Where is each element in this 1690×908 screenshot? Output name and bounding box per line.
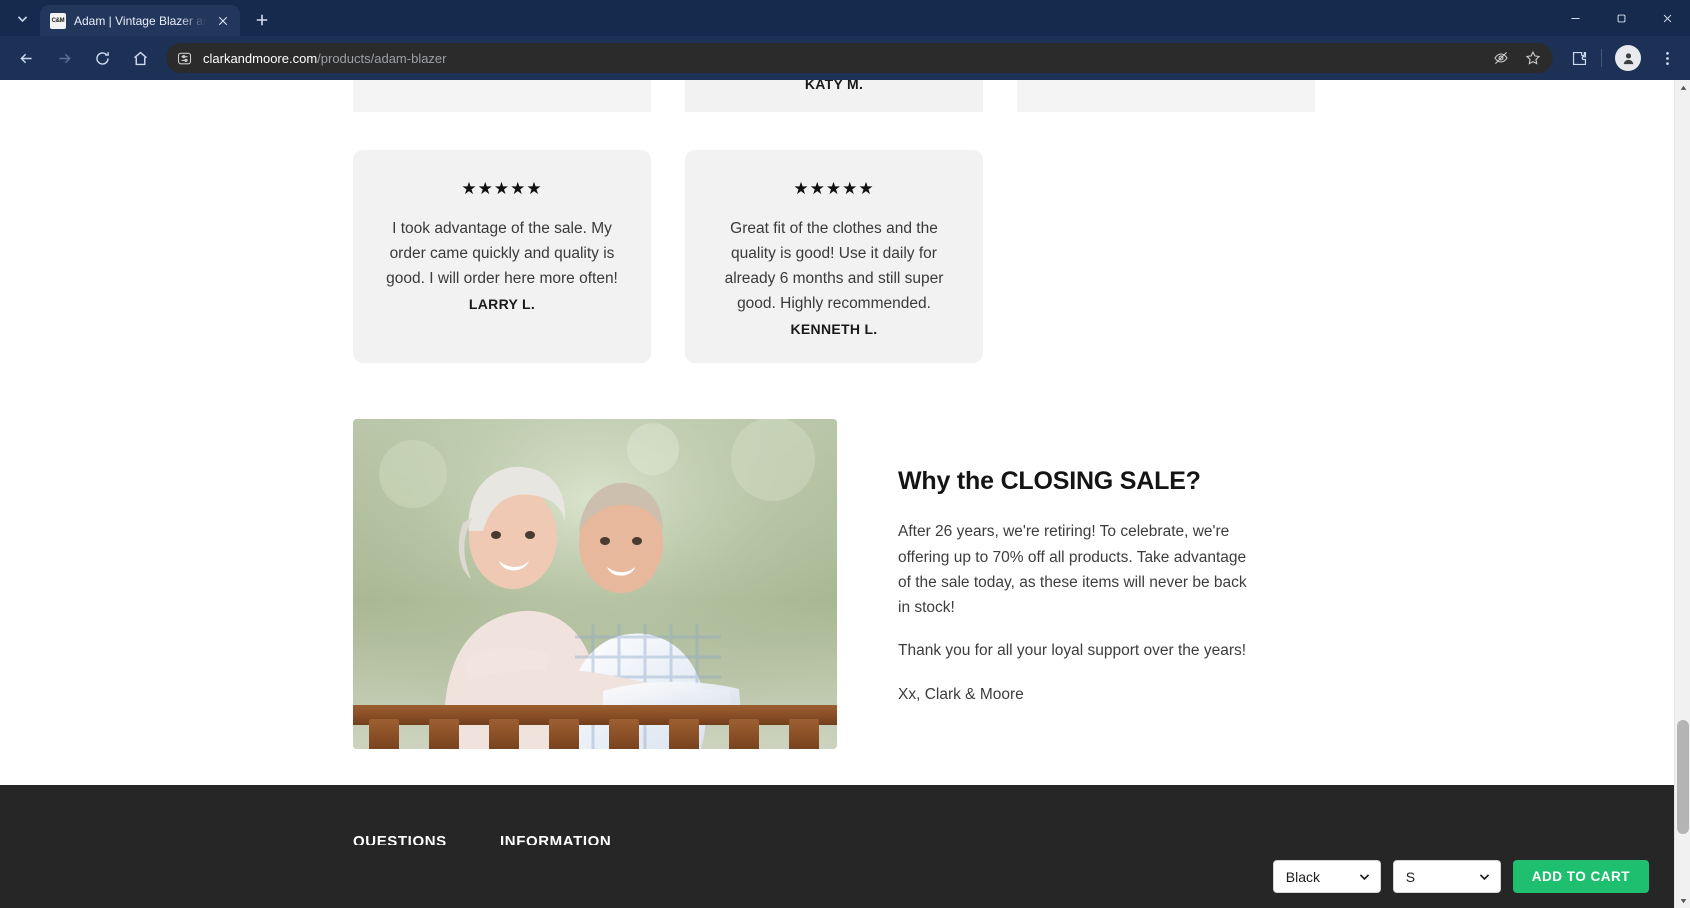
closing-sale-section: Why the CLOSING SALE? After 26 years, we… xyxy=(0,419,1674,750)
tab-title: Adam | Vintage Blazer and Vest xyxy=(74,13,206,28)
address-bar[interactable]: clarkandmoore.com/products/adam-blazer xyxy=(166,43,1553,73)
tab-strip: C&M Adam | Vintage Blazer and Vest xyxy=(0,0,1690,36)
reviews-row: ★★★★★ I took advantage of the sale. My o… xyxy=(0,150,1674,364)
senior-couple-photo xyxy=(353,419,837,750)
review-card: customer support. KATY M. xyxy=(685,80,983,112)
size-select-value: S xyxy=(1405,868,1416,885)
section-heading: Why the CLOSING SALE? xyxy=(898,467,1201,496)
add-to-cart-button[interactable]: ADD TO CART xyxy=(1512,860,1649,893)
browser-toolbar: clarkandmoore.com/products/adam-blazer xyxy=(0,36,1690,80)
chevron-down-icon xyxy=(1479,874,1489,881)
scroll-up-arrow-icon[interactable] xyxy=(1675,80,1690,96)
scroll-down-arrow-icon[interactable] xyxy=(1675,892,1690,908)
reload-icon[interactable] xyxy=(87,43,117,73)
browser-tab[interactable]: C&M Adam | Vintage Blazer and Vest xyxy=(40,5,240,36)
sale-signature: Xx, Clark & Moore xyxy=(898,685,1024,703)
favicon-label: C&M xyxy=(51,17,65,24)
reviews-row-partial: customer support. KATY M. xyxy=(0,80,1674,112)
page-content: customer support. KATY M. ★★★★★ I took a… xyxy=(0,80,1674,908)
review-card: ★★★★★ I took advantage of the sale. My o… xyxy=(353,150,651,364)
tab-close-icon[interactable] xyxy=(214,12,232,30)
sale-paragraph-1: After 26 years, we're retiring! To celeb… xyxy=(898,523,1247,617)
page-viewport: customer support. KATY M. ★★★★★ I took a… xyxy=(0,80,1690,908)
scrollbar-thumb[interactable] xyxy=(1677,720,1689,834)
url-text: clarkandmoore.com/products/adam-blazer xyxy=(203,51,1482,66)
url-path: /products/adam-blazer xyxy=(317,50,447,66)
account-avatar-icon[interactable] xyxy=(1615,45,1641,71)
site-favicon: C&M xyxy=(50,12,66,29)
closing-sale-copy: Why the CLOSING SALE? After 26 years, we… xyxy=(837,419,1257,749)
toolbar-divider xyxy=(1601,49,1602,67)
color-select[interactable]: Black xyxy=(1272,860,1381,893)
sticky-add-to-cart-bar: Black S ADD TO CART xyxy=(0,845,1674,908)
minimize-icon[interactable] xyxy=(1552,0,1598,36)
review-author: LARRY L. xyxy=(468,296,536,313)
star-rating-icon: ★★★★★ xyxy=(793,179,875,198)
extensions-puzzle-icon[interactable] xyxy=(1564,43,1594,73)
maximize-icon[interactable] xyxy=(1598,0,1644,36)
review-text: I took advantage of the sale. My order c… xyxy=(386,220,618,288)
url-domain: clarkandmoore.com xyxy=(203,50,318,66)
eye-off-icon[interactable] xyxy=(1491,48,1511,68)
home-icon[interactable] xyxy=(125,43,155,73)
color-select-value: Black xyxy=(1285,868,1320,885)
review-card xyxy=(1017,80,1315,112)
window-controls xyxy=(1552,0,1690,36)
page-settings-icon[interactable] xyxy=(174,48,194,68)
new-tab-plus-icon[interactable] xyxy=(248,6,276,34)
close-icon[interactable] xyxy=(1644,0,1690,36)
bookmark-star-icon[interactable] xyxy=(1523,48,1543,68)
omnibox-actions xyxy=(1491,48,1543,68)
review-author: KENNETH L. xyxy=(790,321,878,338)
tab-search-chevron-down-icon[interactable] xyxy=(8,4,36,32)
review-text: Great fit of the clothes and the quality… xyxy=(724,220,944,313)
page-scrollbar[interactable] xyxy=(1674,80,1690,908)
review-author: KATY M. xyxy=(804,80,864,93)
review-card xyxy=(353,80,651,112)
sale-paragraph-2: Thank you for all your loyal support ove… xyxy=(898,642,1247,660)
size-select[interactable]: S xyxy=(1392,860,1501,893)
review-card: ★★★★★ Great fit of the clothes and the q… xyxy=(685,150,983,364)
browser-window: C&M Adam | Vintage Blazer and Vest xyxy=(0,0,1690,908)
three-dot-menu-icon[interactable] xyxy=(1652,43,1682,73)
chevron-down-icon xyxy=(1359,874,1369,881)
back-arrow-left-icon[interactable] xyxy=(11,43,41,73)
forward-arrow-right-icon xyxy=(49,43,79,73)
star-rating-icon: ★★★★★ xyxy=(461,179,543,198)
